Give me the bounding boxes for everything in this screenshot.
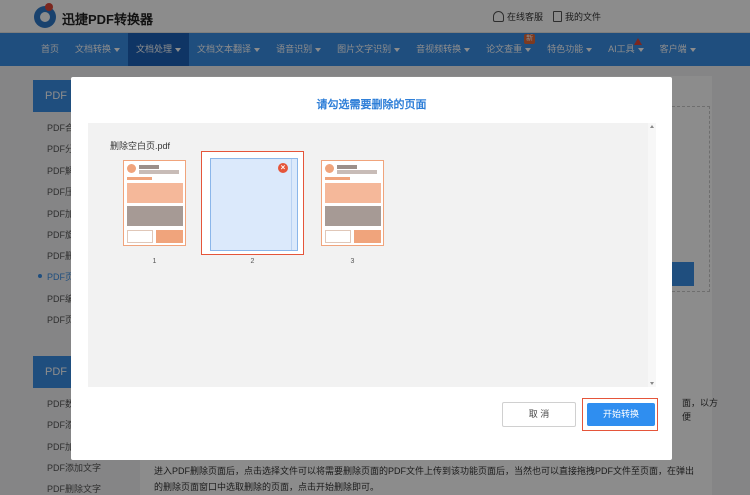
close-icon[interactable]: × xyxy=(278,163,288,173)
page-number: 3 xyxy=(350,258,355,265)
delete-pages-dialog: 请勾选需要删除的页面 删除空白页.pdf 1 × 2 3 取 消 开始转换 xyxy=(71,77,672,460)
thumb-graphic xyxy=(337,170,377,174)
thumb-graphic xyxy=(354,230,381,243)
thumb-graphic xyxy=(156,230,183,243)
file-name: 删除空白页.pdf xyxy=(110,141,171,151)
page-preview-pane: 删除空白页.pdf 1 × 2 3 xyxy=(88,123,656,387)
thumb-graphic xyxy=(325,183,381,203)
page-number: 1 xyxy=(152,258,157,265)
thumb-graphic xyxy=(139,165,159,169)
page-thumbnail[interactable] xyxy=(123,160,186,246)
cancel-button[interactable]: 取 消 xyxy=(502,402,576,427)
page-number: 2 xyxy=(250,258,255,265)
thumb-graphic xyxy=(127,206,183,226)
thumb-graphic xyxy=(325,164,334,173)
thumb-graphic xyxy=(127,183,183,203)
thumb-graphic xyxy=(127,177,152,180)
thumb-graphic xyxy=(139,170,179,174)
thumb-graphic xyxy=(325,230,351,243)
dialog-title: 请勾选需要删除的页面 xyxy=(316,99,427,111)
start-convert-button[interactable]: 开始转换 xyxy=(587,403,655,426)
thumb-graphic xyxy=(127,164,136,173)
thumb-graphic xyxy=(337,165,357,169)
page-thumbnail[interactable] xyxy=(321,160,384,246)
scroll-down-icon[interactable] xyxy=(650,382,654,385)
thumb-graphic xyxy=(325,206,381,226)
thumb-graphic xyxy=(127,230,153,243)
scrollbar[interactable] xyxy=(648,123,656,387)
thumb-graphic xyxy=(325,177,350,180)
scroll-up-icon[interactable] xyxy=(650,125,654,128)
